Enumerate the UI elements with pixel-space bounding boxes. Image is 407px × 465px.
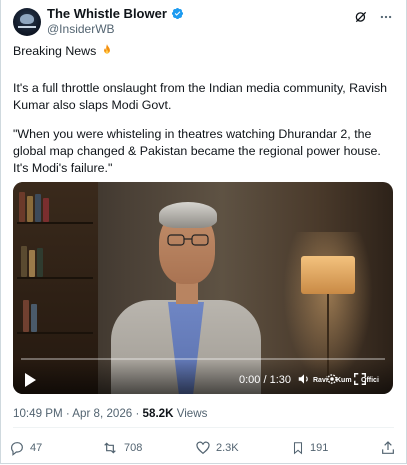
shelf-book [37, 248, 43, 277]
channel-watermark-3: Offici [361, 377, 379, 384]
bookmark-count: 191 [310, 442, 329, 454]
fire-emoji-icon [103, 44, 110, 54]
author-display-name[interactable]: The Whistle Blower [47, 6, 167, 21]
bookmark-icon [293, 442, 303, 455]
channel-watermark-2: Kum [336, 377, 352, 384]
header-actions [354, 10, 394, 24]
presenter-hair [159, 202, 217, 228]
shelf-book [27, 196, 33, 222]
meta-divider [13, 427, 394, 428]
tweet-action-bar: 47 708 2.3K 191 [9, 440, 398, 460]
reply-icon [11, 442, 23, 456]
tweet-timestamp[interactable]: 10:49 PM · Apr 8, 2026 · [13, 407, 143, 420]
bookmark-button[interactable]: 191 [291, 440, 328, 456]
reply-button[interactable]: 47 [9, 440, 42, 456]
views-label: Views [173, 407, 208, 420]
video-time: 0:00 / 1:30 [239, 374, 291, 386]
presenter-glasses [167, 234, 209, 246]
tweet-text-paragraph-1: It's a full throttle onslaught from the … [13, 81, 388, 112]
shelf-book [21, 246, 27, 277]
like-count: 2.3K [216, 442, 239, 454]
view-count: 58.2K [142, 407, 174, 420]
share-button[interactable] [380, 440, 396, 456]
grok-icon[interactable] [354, 10, 368, 24]
volume-icon[interactable] [297, 372, 311, 386]
more-icon[interactable] [378, 10, 394, 24]
avatar-logo-mark [20, 14, 34, 24]
shelf-board [17, 277, 93, 279]
reply-count: 47 [30, 442, 43, 454]
tweet-card: The Whistle Blower @InsiderWB Breaking N… [0, 0, 407, 464]
tweet-text-headline: Breaking News [13, 43, 396, 60]
repost-button[interactable]: 708 [101, 440, 142, 456]
author-handle[interactable]: @InsiderWB [47, 22, 115, 36]
verified-badge-icon [171, 7, 183, 20]
shelf-book [19, 192, 25, 222]
share-icon [382, 441, 394, 454]
shelf-book [43, 198, 49, 222]
shelf-book [23, 300, 29, 332]
shelf-book [35, 194, 41, 222]
author-name-row: The Whistle Blower [47, 6, 184, 21]
tweet-text-paragraph-2: "When you were whisteling in theatres wa… [13, 127, 381, 175]
repost-count: 708 [124, 442, 143, 454]
tweet-header: The Whistle Blower @InsiderWB [13, 6, 394, 38]
shelf-book [29, 250, 35, 277]
shelf-board [17, 222, 93, 224]
shelf-board [17, 332, 93, 334]
author-avatar[interactable] [13, 8, 41, 36]
floor-lamp-shade [301, 256, 355, 294]
embedded-video[interactable]: 0:00 / 1:30 Ravi Kum Offici [13, 182, 393, 394]
repost-icon [104, 442, 116, 454]
headline-text: Breaking News [13, 44, 97, 58]
like-button[interactable]: 2.3K [195, 440, 239, 456]
shelf-book [31, 304, 37, 332]
like-icon [196, 441, 210, 455]
play-icon[interactable] [23, 372, 37, 388]
avatar-logo-underline [18, 26, 36, 28]
presenter-neck [176, 282, 198, 304]
tweet-meta: 10:49 PM · Apr 8, 2026 · 58.2K Views [13, 407, 207, 420]
video-progress-bar[interactable] [21, 358, 385, 360]
